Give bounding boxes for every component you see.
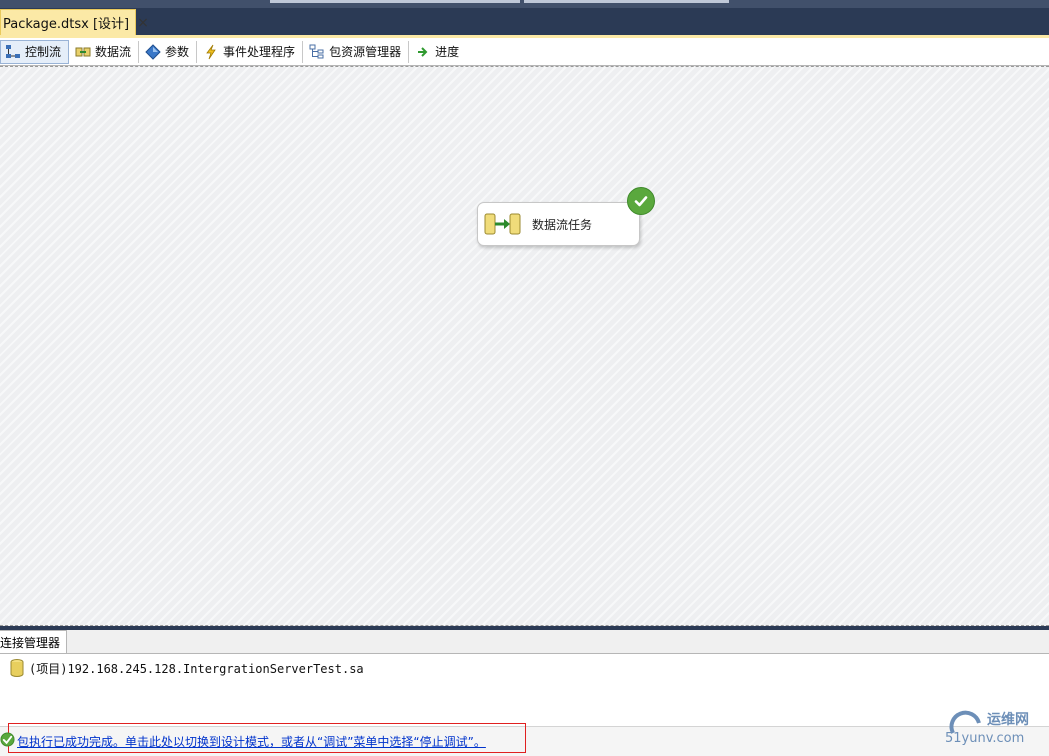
tab-event-handlers[interactable]: 事件处理程序 xyxy=(199,40,304,63)
document-tab-title: Package.dtsx [设计] xyxy=(3,17,130,32)
event-handler-icon xyxy=(203,44,219,60)
data-flow-icon xyxy=(75,44,91,60)
tab-label: 控制流 xyxy=(25,45,62,59)
designer-tab-bar: 控制流 数据流 参数 事件处理程序 包资源管理器 进度 xyxy=(0,38,1049,66)
watermark-text: 运维网 xyxy=(987,712,1029,728)
tab-connection-managers[interactable]: 连接管理器 xyxy=(0,630,68,653)
tab-control-flow[interactable]: 控制流 xyxy=(0,39,70,64)
database-cylinder-icon xyxy=(10,659,24,677)
progress-icon xyxy=(415,44,431,60)
package-explorer-icon xyxy=(309,44,325,60)
tab-label: 进度 xyxy=(435,45,460,59)
data-flow-task-icon xyxy=(484,213,521,235)
close-icon[interactable]: × xyxy=(137,15,149,31)
document-tab-package[interactable]: Package.dtsx [设计] × xyxy=(0,9,149,35)
connection-manager-area[interactable]: (项目)192.168.245.128.IntergrationServerTe… xyxy=(0,654,1049,726)
parameters-icon xyxy=(145,43,161,60)
watermark-url: 51yunv.com xyxy=(945,731,1025,746)
tab-package-explorer[interactable]: 包资源管理器 xyxy=(305,40,410,63)
success-check-icon xyxy=(627,187,655,215)
control-flow-icon xyxy=(5,44,21,60)
tab-label: 事件处理程序 xyxy=(223,45,296,59)
window-top-strip xyxy=(0,0,1049,8)
tab-data-flow[interactable]: 数据流 xyxy=(71,40,140,63)
top-strip-segment xyxy=(524,0,729,3)
stop-debugging-link[interactable]: 包执行已成功完成。单击此处以切换到设计模式，或者从“调试”菜单中选择“停止调试”… xyxy=(17,733,486,750)
tab-label: 参数 xyxy=(165,45,190,59)
watermark: 运维网 51yunv.com xyxy=(945,709,1045,755)
status-bar: 包执行已成功完成。单击此处以切换到设计模式，或者从“调试”菜单中选择“停止调试”… xyxy=(0,710,1049,756)
tab-label: 包资源管理器 xyxy=(329,45,402,59)
top-strip-segment xyxy=(270,0,520,3)
data-flow-task[interactable]: 数据流任务 xyxy=(477,202,640,246)
tab-progress[interactable]: 进度 xyxy=(411,41,466,63)
connection-item[interactable]: (项目)192.168.245.128.IntergrationServerTe… xyxy=(10,659,364,677)
control-flow-canvas[interactable]: 数据流任务 xyxy=(0,66,1049,626)
connection-manager-tab-label: 连接管理器 xyxy=(0,635,61,650)
task-label: 数据流任务 xyxy=(532,217,593,232)
connection-manager-header: 连接管理器 xyxy=(0,630,1049,654)
tab-parameters[interactable]: 参数 xyxy=(141,40,198,63)
tab-label: 数据流 xyxy=(95,45,132,59)
success-check-icon xyxy=(0,732,15,747)
connection-item-label: (项目)192.168.245.128.IntergrationServerTe… xyxy=(29,661,364,676)
